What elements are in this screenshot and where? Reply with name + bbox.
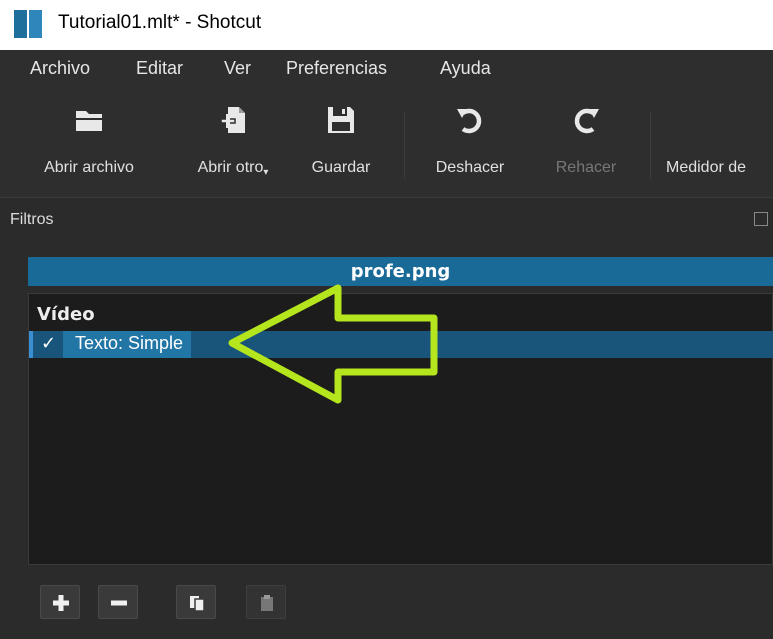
filter-enabled-checkbox[interactable]: ✓ [41,333,56,354]
toolbar-separator [650,111,651,179]
minus-icon [111,600,127,606]
window-title: Tutorial01.mlt* - Shotcut [58,12,262,33]
open-other-label: Abrir otro▾ [176,159,290,178]
clip-name: profe.png [350,261,451,282]
open-other-button[interactable]: Abrir otro▾ [176,89,290,198]
section-video: Vídeo [37,304,95,325]
clipboard-icon [261,595,273,611]
toolbar-separator [404,111,405,179]
meter-button[interactable]: Medidor de [664,89,773,198]
save-label: Guardar [311,159,371,176]
menu-ver[interactable]: Ver [224,58,251,79]
save-icon [328,107,354,133]
open-file-button[interactable]: Abrir archivo [24,89,154,198]
meter-label: Medidor de [666,159,747,176]
folder-icon [76,111,102,131]
filters-panel-header: Filtros [0,198,773,240]
undo-icon [457,108,482,134]
menu-bar: Archivo Editar Ver Preferencias Ayuda [0,50,773,89]
copy-filter-button[interactable] [176,585,216,619]
menu-archivo[interactable]: Archivo [30,58,90,79]
row-selection-marker [29,331,33,358]
redo-button[interactable]: Rehacer [538,89,634,198]
undock-icon[interactable] [754,212,768,226]
add-filter-button[interactable] [40,585,80,619]
main-toolbar: Abrir archivo Abrir otro▾ Guardar Deshac… [0,89,773,198]
plus-icon [53,595,69,611]
filter-name: Texto: Simple [63,331,192,358]
window-title-bar: Tutorial01.mlt* - Shotcut [0,0,773,50]
annotation-arrow [228,284,438,404]
open-other-label-text: Abrir otro [197,159,264,176]
menu-editar-label: Editar [136,58,184,78]
menu-preferencias[interactable]: Preferencias [286,58,387,79]
copy-icon [190,596,205,612]
filter-actions-bar [0,565,773,639]
file-plus-icon [220,107,245,133]
menu-editar[interactable]: Editar [136,58,183,79]
menu-archivo-label: Archivo [30,58,91,78]
redo-label: Rehacer [555,159,617,176]
shotcut-logo-icon [14,10,42,38]
chevron-down-icon: ▾ [263,167,269,178]
undo-button[interactable]: Deshacer [418,89,522,198]
filters-panel-title: Filtros [10,211,54,228]
save-button[interactable]: Guardar [298,89,384,198]
menu-ver-label: Ver [224,58,252,78]
menu-ayuda-label: Ayuda [440,58,491,78]
undo-label: Deshacer [435,159,505,176]
redo-icon [574,108,599,134]
paste-filter-button[interactable] [246,585,286,619]
open-file-label: Abrir archivo [44,159,134,176]
menu-ayuda[interactable]: Ayuda [440,58,491,79]
remove-filter-button[interactable] [98,585,138,619]
menu-preferencias-label: Preferencias [286,58,388,78]
